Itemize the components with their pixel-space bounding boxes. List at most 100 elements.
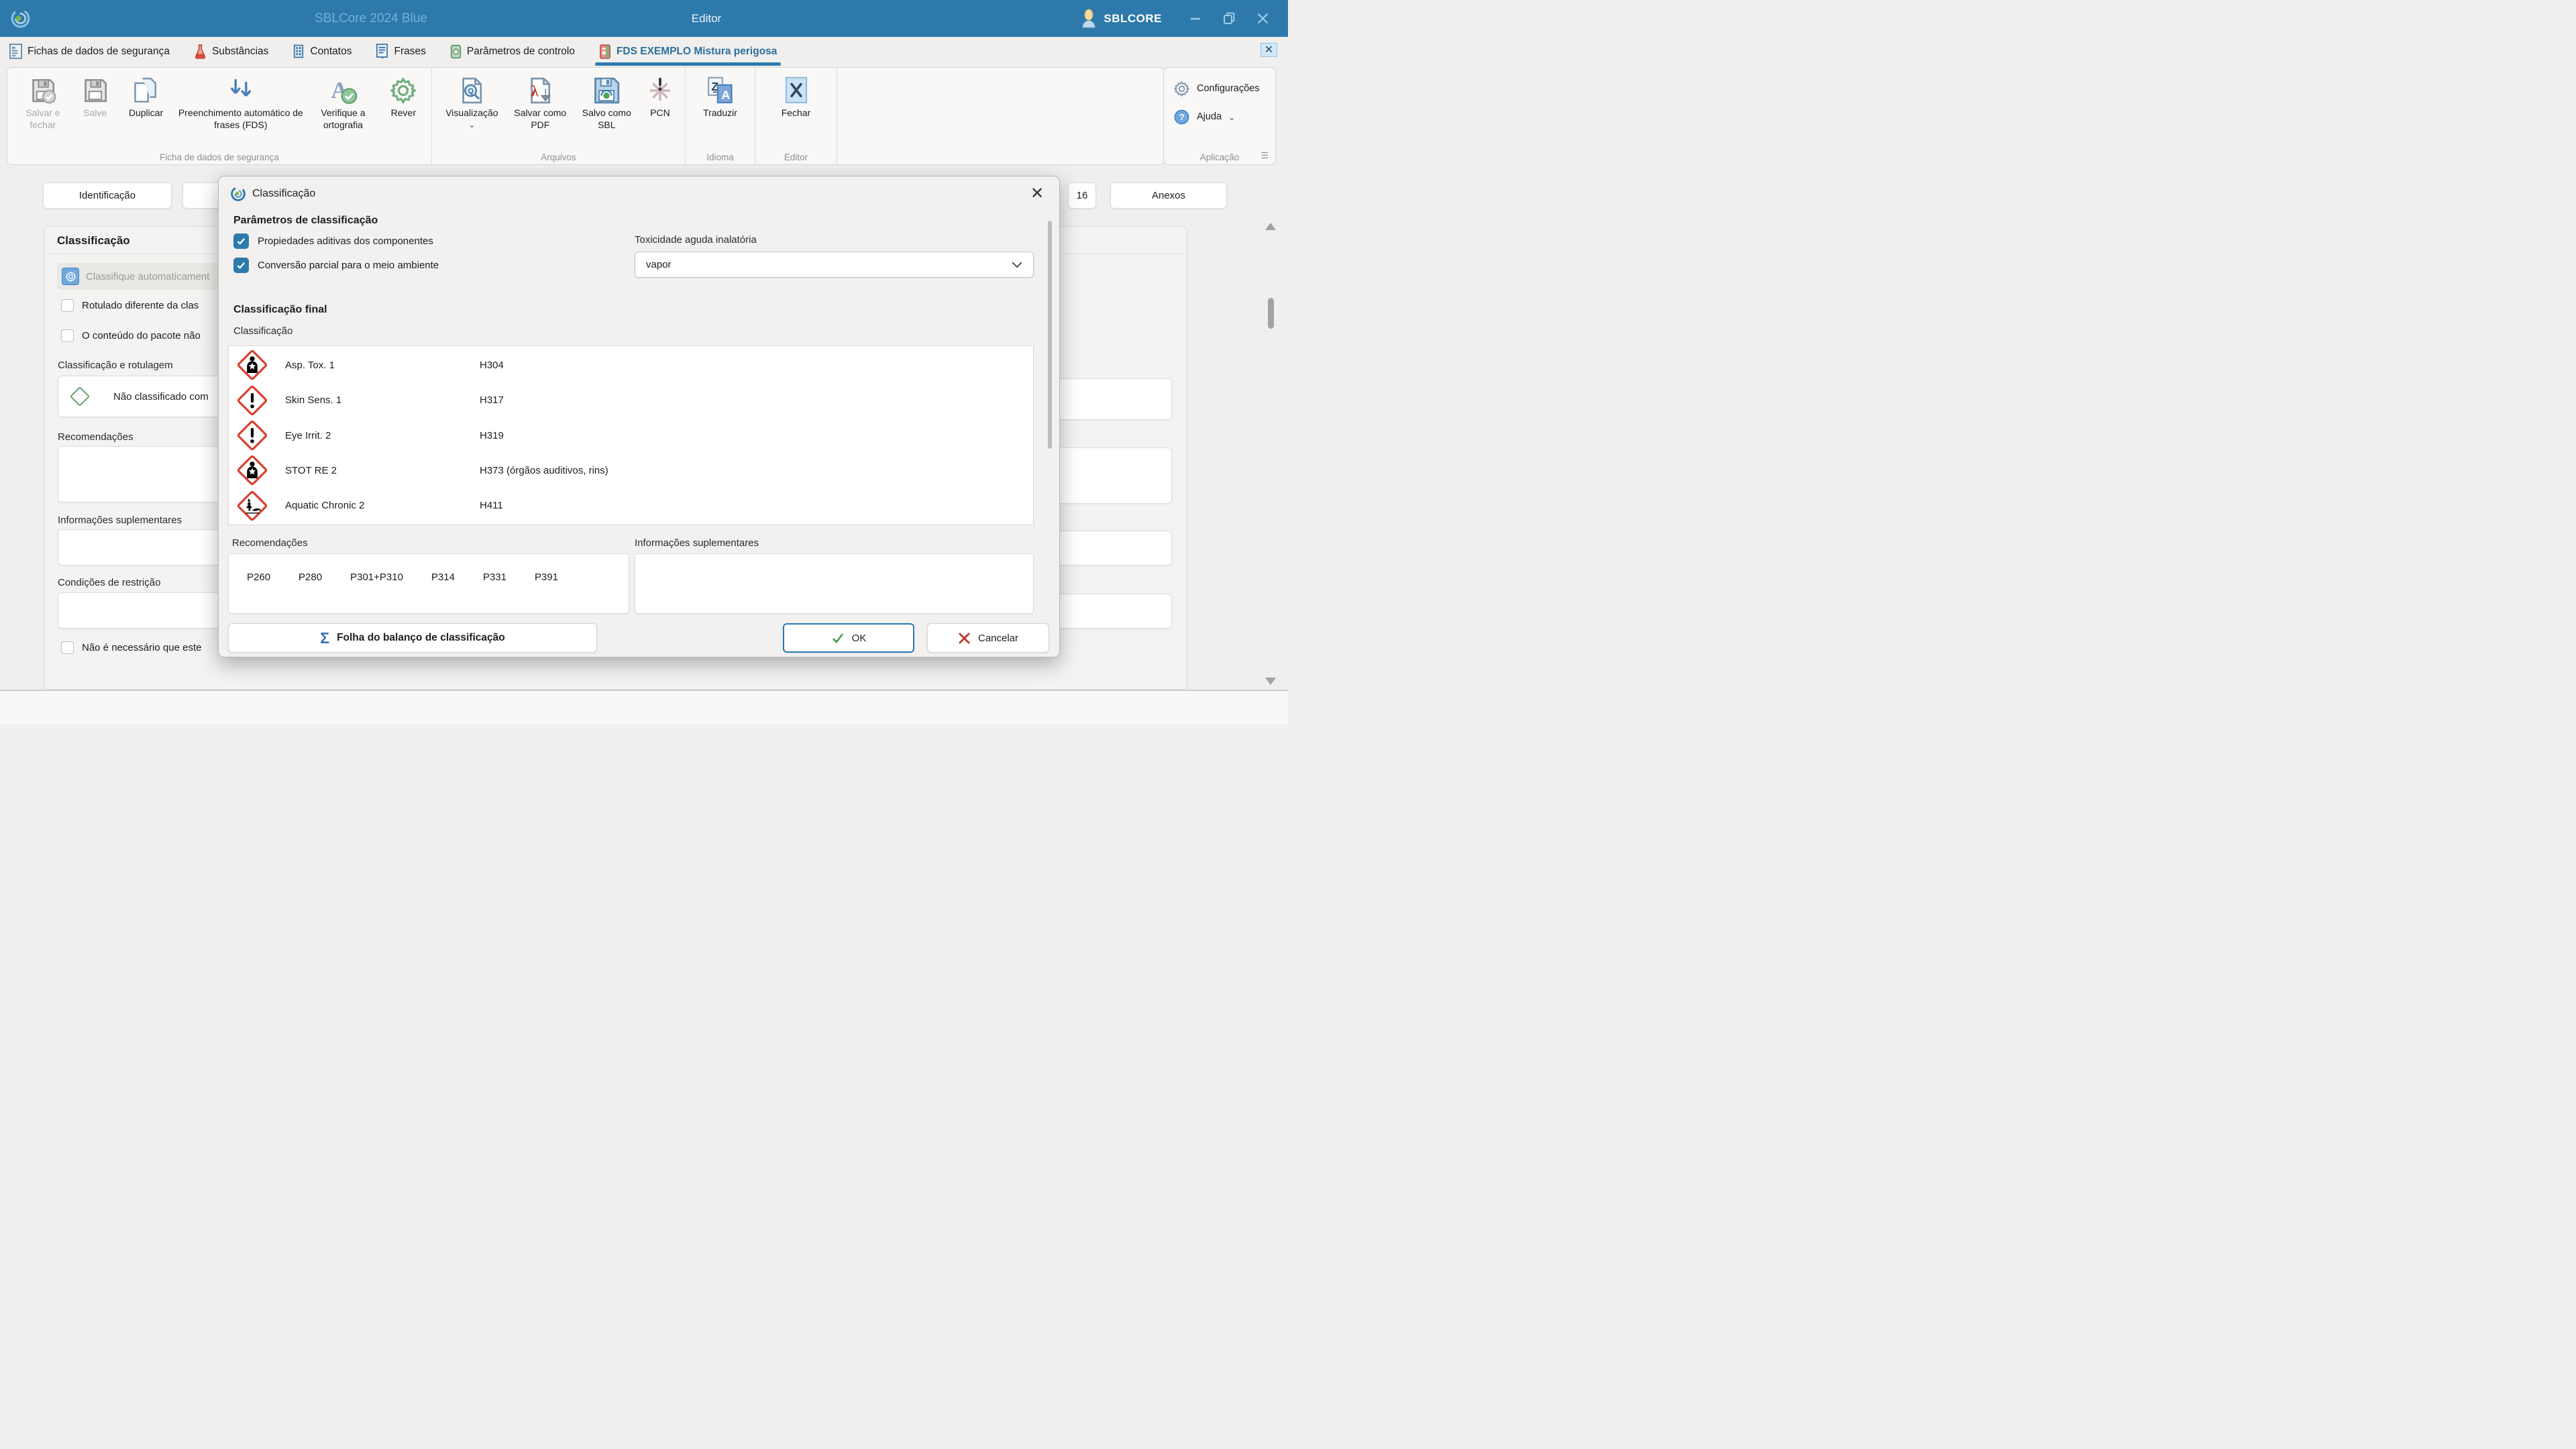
dialog-recommendations-label: Recomendações [232, 537, 308, 549]
supplementary-panel[interactable] [635, 553, 1034, 614]
group-label-fds: Ficha de dados de segurança [7, 152, 431, 162]
classification-balance-button[interactable]: Σ Folha do balanço de classificação [228, 623, 597, 653]
checkbox-unchecked[interactable] [61, 299, 74, 312]
minimize-button[interactable] [1181, 5, 1210, 32]
p-code[interactable]: P301+P310 [350, 572, 403, 583]
close-editor-button[interactable]: Fechar [766, 72, 826, 119]
fds-file-icon [599, 44, 611, 59]
check-icon [831, 631, 845, 645]
empty-diamond-icon [69, 386, 91, 407]
save-and-close-button[interactable]: Salvar e fechar [13, 72, 73, 131]
dialog-scrollbar-thumb[interactable] [1048, 221, 1052, 449]
review-gear-icon [389, 74, 417, 107]
translate-icon: ẔA [706, 74, 735, 107]
group-label-editor: Editor [755, 152, 837, 162]
classification-row[interactable]: Eye Irrit. 2 H319 [229, 418, 1033, 453]
group-label-aplicacao: Aplicação [1164, 152, 1275, 162]
tab-parametros-de-controlo[interactable]: Parâmetros de controlo [450, 37, 575, 66]
panel-title: Classificação [57, 234, 130, 248]
recommendations-label: Recomendações [58, 431, 133, 443]
restore-button[interactable] [1214, 5, 1244, 32]
preview-button[interactable]: Q Visualização ⌄ [437, 72, 506, 129]
svg-text:A: A [721, 88, 730, 101]
close-editor-icon [782, 74, 811, 107]
spellcheck-button[interactable]: A Verifique a ortografia [307, 72, 379, 131]
user-account[interactable]: SBLCORE [1080, 9, 1162, 29]
p-code[interactable]: P391 [535, 572, 558, 583]
group-dialog-launcher-icon[interactable]: ☰ [1260, 150, 1269, 161]
scroll-down-arrow[interactable] [1265, 678, 1276, 685]
control-params-icon [450, 44, 462, 59]
saved-as-sbl-button[interactable]: Salvo como SBL [574, 72, 639, 131]
tab-frases[interactable]: Frases [376, 37, 425, 66]
ok-button[interactable]: OK [783, 623, 914, 653]
section-button-anexos[interactable]: Anexos [1110, 182, 1227, 209]
section-button-16[interactable]: 16 [1068, 182, 1096, 209]
final-list-label: Classificação [233, 325, 292, 337]
user-icon [1080, 9, 1097, 29]
section-button-identificacao[interactable]: Identificação [43, 182, 172, 209]
p-code[interactable]: P314 [431, 572, 455, 583]
classification-dialog: Classificação ✕ Parâmetros de classifica… [218, 176, 1060, 657]
preview-icon: Q [457, 74, 486, 107]
save-button[interactable]: Salve [74, 72, 116, 119]
scrollbar-thumb[interactable] [1268, 298, 1274, 329]
classification-row[interactable]: Aquatic Chronic 2 H411 [229, 488, 1033, 523]
ribbon-group-aplicacao: Configurações ? Ajuda ⌄ Aplicação ☰ [1163, 67, 1276, 165]
ghs-health-hazard-icon [237, 350, 268, 380]
p-code[interactable]: P280 [299, 572, 322, 583]
checkbox-not-required[interactable]: Não é necessário que este [61, 641, 201, 654]
checkbox-checked[interactable] [233, 258, 249, 273]
p-code[interactable]: P331 [483, 572, 506, 583]
checkbox-unchecked[interactable] [61, 329, 74, 342]
dialog-close-button[interactable]: ✕ [1027, 183, 1047, 203]
cancel-button[interactable]: Cancelar [927, 623, 1049, 653]
checkbox-package-content[interactable]: O conteúdo do pacote não [61, 329, 201, 342]
classification-row[interactable]: Skin Sens. 1 H317 [229, 382, 1033, 417]
help-button[interactable]: ? Ajuda ⌄ [1173, 105, 1275, 128]
svg-text:?: ? [1179, 112, 1185, 122]
save-as-pdf-button[interactable]: λ Salvar como PDF [508, 72, 573, 131]
tab-fds-exemplo[interactable]: FDS EXEMPLO Mistura perigosa [599, 37, 777, 66]
toxicity-value: vapor [646, 259, 672, 270]
ribbon-group-editor: Fechar Editor [755, 68, 837, 164]
app-title: SBLCore 2024 Blue [277, 0, 465, 37]
sigma-icon: Σ [320, 629, 329, 647]
tab-substancias[interactable]: Substâncias [194, 37, 268, 66]
user-name: SBLCORE [1104, 12, 1162, 25]
classification-row[interactable]: STOT RE 2 H373 (órgãos auditivos, rins) [229, 453, 1033, 488]
chevron-down-icon: ⌄ [468, 120, 475, 129]
ghs-exclamation-icon [237, 385, 268, 416]
checkbox-environment-conversion[interactable]: Conversão parcial para o meio ambiente [233, 258, 439, 273]
scroll-up-arrow[interactable] [1265, 223, 1276, 230]
checkbox-additive-properties[interactable]: Propiedades aditivas dos componentes [233, 233, 433, 249]
p-code[interactable]: P260 [247, 572, 270, 583]
checkbox-label-different[interactable]: Rotulado diferente da clas [61, 299, 199, 312]
dialog-title: Classificação [252, 188, 315, 200]
checkbox-checked[interactable] [233, 233, 249, 249]
translate-button[interactable]: ẔA Traduzir [691, 72, 749, 119]
toxicity-select[interactable]: vapor [635, 252, 1034, 278]
checkbox-unchecked[interactable] [61, 641, 74, 654]
settings-button[interactable]: Configurações [1173, 77, 1275, 100]
supplementary-label: Informações suplementares [58, 515, 182, 526]
close-window-button[interactable] [1248, 5, 1277, 32]
sds-document-icon [9, 44, 22, 59]
group-label-idioma: Idioma [686, 152, 755, 162]
recommendations-panel[interactable]: P260 P280 P301+P310 P314 P331 P391 [228, 553, 629, 614]
pdf-icon: λ [525, 74, 555, 107]
pcn-button[interactable]: PCN [641, 72, 680, 119]
tab-fichas-de-dados[interactable]: Fichas de dados de segurança [9, 37, 170, 66]
ribbon-group-fds: Salvar e fechar Salve Duplicar Preenchim… [7, 68, 432, 164]
pcn-burst-icon [645, 74, 675, 107]
restriction-label: Condições de restrição [58, 577, 160, 588]
flask-icon [194, 44, 207, 59]
autofill-phrases-button[interactable]: Preenchimento automático de frases (FDS) [176, 72, 306, 131]
gear-icon [1173, 80, 1190, 97]
duplicate-button[interactable]: Duplicar [117, 72, 175, 119]
close-tab-button[interactable]: ✕ [1260, 43, 1277, 57]
review-button[interactable]: Rever [381, 72, 426, 119]
tab-contatos[interactable]: Contatos [292, 37, 352, 66]
x-icon [958, 632, 971, 645]
classification-row[interactable]: Asp. Tox. 1 H304 [229, 347, 1033, 382]
